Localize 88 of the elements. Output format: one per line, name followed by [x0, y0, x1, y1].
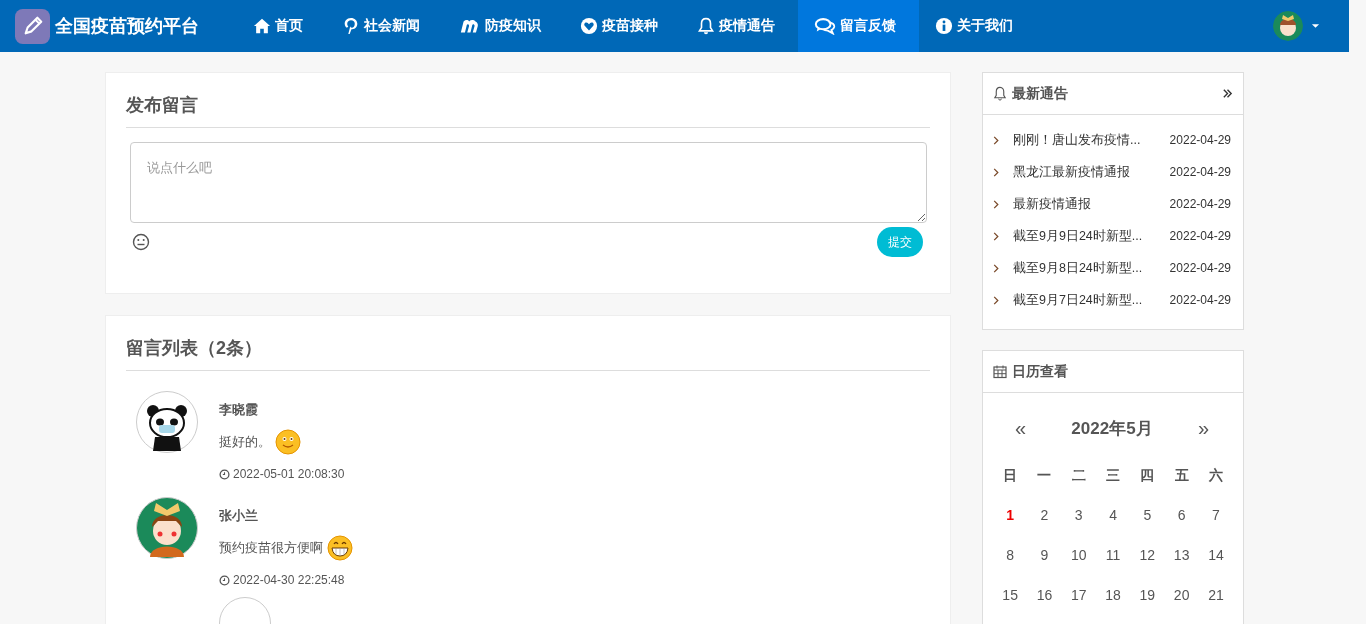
card-title: 发布留言	[126, 73, 930, 128]
calendar-day[interactable]: 7	[1198, 500, 1234, 540]
double-chevron-right-icon[interactable]	[1222, 88, 1233, 99]
info-icon	[935, 17, 953, 35]
notice-date: 2022-04-29	[1169, 197, 1231, 211]
clock-icon	[219, 574, 230, 586]
smiley-emoji-icon	[275, 429, 301, 455]
nav-tab[interactable]: 疫情通告	[681, 0, 798, 52]
caret-icon[interactable]	[1311, 23, 1320, 29]
calendar-day[interactable]: 8	[993, 540, 1028, 580]
calendar-day[interactable]: 10	[1061, 540, 1096, 580]
nav-tab[interactable]: 社会新闻	[326, 0, 443, 52]
calendar-icon	[993, 364, 1007, 379]
panel-title: 日历查看	[1012, 362, 1068, 381]
bell-icon	[993, 86, 1007, 101]
user-avatar[interactable]	[1273, 11, 1303, 41]
comment-time: 2022-05-01 20:08:30	[233, 467, 345, 481]
grinning-emoji-icon	[327, 535, 353, 561]
calendar-day[interactable]: 5	[1130, 500, 1165, 540]
home-icon	[253, 17, 271, 35]
calendar-day[interactable]: 15	[993, 580, 1028, 620]
notice-date: 2022-04-29	[1169, 293, 1231, 307]
calendar-day[interactable]: 13	[1164, 540, 1199, 580]
weekday-label: 六	[1207, 466, 1224, 485]
commenter-name: 李晓霞	[219, 401, 259, 419]
weekday-label: 四	[1139, 466, 1156, 485]
chevron-right-icon	[993, 231, 999, 241]
nav-tab[interactable]: 关于我们	[919, 0, 1036, 52]
notice-link[interactable]: 截至9月9日24时新型...	[1013, 227, 1170, 245]
next-month-button[interactable]: »	[1193, 417, 1213, 440]
weekday-label: 一	[1036, 466, 1053, 485]
calendar-day[interactable]: 3	[1061, 500, 1096, 540]
calendar-day[interactable]: 12	[1130, 540, 1165, 580]
calendar-day[interactable]: 21	[1198, 580, 1234, 620]
month-title: 2022年5月	[1071, 418, 1153, 440]
site-title: 全国疫苗预约平台	[55, 15, 199, 38]
chevron-right-icon	[993, 263, 999, 273]
chevron-right-icon	[993, 295, 999, 305]
notice-date: 2022-04-29	[1169, 165, 1231, 179]
chevron-right-icon	[993, 167, 999, 177]
notice-link[interactable]: 黑龙江最新疫情通报	[1013, 163, 1170, 181]
notice-link[interactable]: 最新疫情通报	[1013, 195, 1170, 213]
chevron-right-icon	[993, 135, 999, 145]
pin-icon	[342, 17, 360, 35]
calendar-day[interactable]: 6	[1164, 500, 1199, 540]
calendar-day[interactable]: 16	[1027, 580, 1062, 620]
emoji-face-icon[interactable]	[132, 233, 150, 251]
calendar-day[interactable]: 1	[993, 500, 1028, 540]
clock-icon	[219, 468, 230, 480]
calendar-day[interactable]: 19	[1130, 580, 1165, 620]
panel-title: 最新通告	[1012, 84, 1068, 103]
calendar-day[interactable]: 9	[1027, 540, 1062, 580]
weekday-label: 三	[1105, 466, 1122, 485]
pencil-logo-icon	[15, 8, 50, 44]
notice-date: 2022-04-29	[1169, 229, 1231, 243]
calendar-day[interactable]: 11	[1095, 540, 1131, 580]
weekday-label: 五	[1173, 466, 1190, 485]
nav-tab[interactable]: 首页	[237, 0, 326, 52]
comment-text: 预约疫苗很方便啊	[219, 539, 323, 557]
weekday-label: 二	[1070, 466, 1087, 485]
previous-month-button[interactable]: «	[1011, 417, 1031, 440]
calendar-day[interactable]: 2	[1027, 500, 1062, 540]
panda-avatar	[136, 391, 198, 453]
bell-icon	[697, 17, 715, 35]
girl-avatar	[136, 497, 198, 559]
heart-circle-icon	[580, 17, 598, 35]
comment-text: 挺好的。	[219, 433, 271, 451]
chat-bubbles-icon	[814, 17, 836, 35]
calendar-day[interactable]: 4	[1095, 500, 1131, 540]
notice-link[interactable]: 截至9月7日24时新型...	[1013, 291, 1170, 309]
notice-link[interactable]: 截至9月8日24时新型...	[1013, 259, 1170, 277]
notice-link[interactable]: 刚刚！唐山发布疫情...	[1013, 131, 1170, 149]
chevron-right-icon	[993, 199, 999, 209]
calendar-day[interactable]: 20	[1164, 580, 1199, 620]
nav-tab[interactable]: 疫苗接种	[564, 0, 681, 52]
notice-date: 2022-04-29	[1169, 133, 1231, 147]
comment-time: 2022-04-30 22:25:48	[233, 573, 345, 587]
card-title: 留言列表（2条）	[126, 316, 930, 371]
calendar-day[interactable]: 14	[1198, 540, 1234, 580]
message-input[interactable]: 说点什么吧	[130, 142, 927, 223]
commenter-name: 张小兰	[219, 507, 259, 525]
notice-date: 2022-04-29	[1169, 261, 1231, 275]
weekday-label: 日	[1002, 466, 1019, 485]
calendar-day[interactable]: 18	[1095, 580, 1131, 620]
calendar-day[interactable]: 17	[1061, 580, 1096, 620]
m-shape-icon	[459, 17, 481, 35]
nav-tab[interactable]: 防疫知识	[443, 0, 564, 52]
nav-tab[interactable]: 留言反馈	[798, 0, 919, 52]
